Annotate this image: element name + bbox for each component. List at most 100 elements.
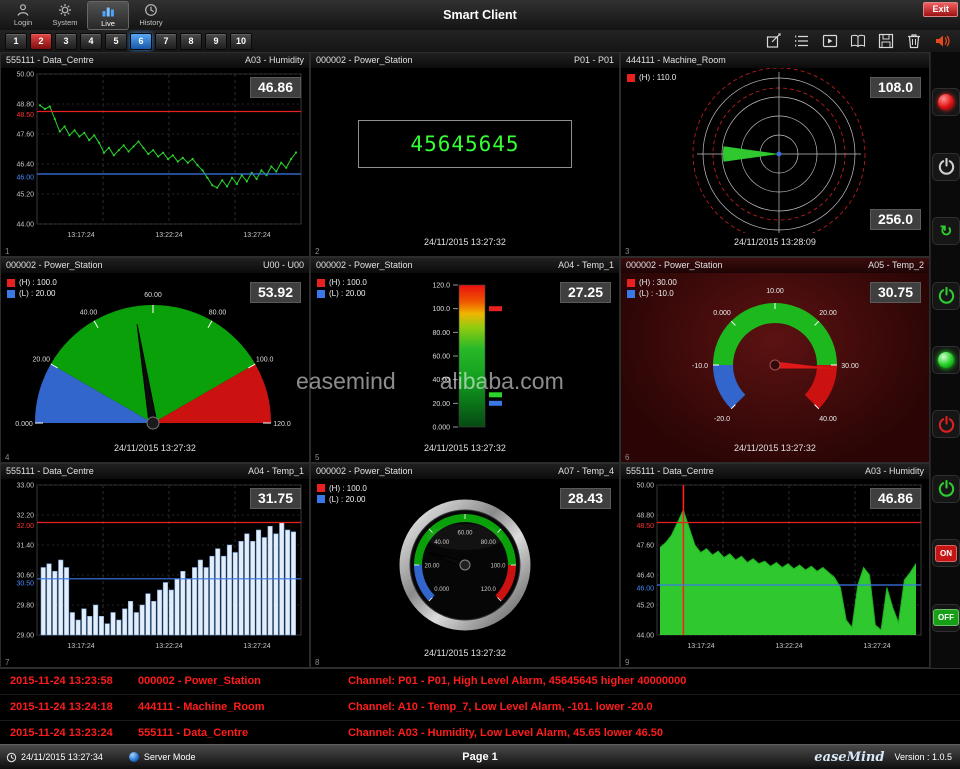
tab-7[interactable]: 7 bbox=[155, 33, 177, 50]
refresh-button[interactable]: ↻ bbox=[932, 217, 960, 245]
panel-body: 33.0032.2032.0031.4030.6030.5029.8029.00… bbox=[1, 479, 309, 667]
panel-number: 3 bbox=[625, 247, 629, 256]
legend-row: (H) : 110.0 bbox=[627, 73, 676, 82]
tab-10[interactable]: 10 bbox=[230, 33, 252, 50]
on-button[interactable]: ON bbox=[932, 539, 960, 567]
tab-bar: 12345678910 bbox=[0, 30, 960, 52]
svg-text:48.80: 48.80 bbox=[636, 512, 654, 519]
panel-channel: P01 - P01 bbox=[574, 53, 614, 68]
dashboard-grid: 555111 - Data_Centre A03 - Humidity 50.00… bbox=[0, 52, 930, 668]
tab-2[interactable]: 2 bbox=[30, 33, 52, 50]
panel-bar-trend: 555111 - Data_CentreA04 - Temp_1 33.0032… bbox=[0, 463, 310, 668]
tab-4[interactable]: 4 bbox=[80, 33, 102, 50]
power-icon bbox=[937, 157, 956, 176]
svg-text:32.00: 32.00 bbox=[16, 523, 34, 530]
svg-text:50.00: 50.00 bbox=[16, 72, 34, 79]
panel-number: 1 bbox=[5, 247, 9, 256]
panel-number: 7 bbox=[5, 658, 9, 667]
edit-icon bbox=[765, 32, 783, 50]
svg-text:13:22:24: 13:22:24 bbox=[155, 643, 182, 650]
alarm-light-button[interactable] bbox=[932, 88, 960, 116]
alarm-station: 555111 - Data_Centre bbox=[138, 721, 348, 746]
panel-station: 555111 - Data_Centre bbox=[626, 464, 714, 479]
legend-text: (L) : 20.00 bbox=[19, 289, 55, 298]
svg-text:80.00: 80.00 bbox=[209, 310, 227, 317]
svg-text:40.00: 40.00 bbox=[819, 416, 837, 423]
svg-text:-10.0: -10.0 bbox=[692, 363, 708, 370]
alarm-list: 2015-11-24 13:23:58000002 - Power_Statio… bbox=[0, 668, 960, 745]
power-green-button-2[interactable] bbox=[932, 475, 960, 503]
svg-text:45.20: 45.20 bbox=[16, 192, 34, 199]
svg-text:13:27:24: 13:27:24 bbox=[863, 643, 890, 650]
toolbar-list-button[interactable] bbox=[792, 32, 812, 50]
legend-swatch bbox=[317, 495, 325, 503]
toolbar-book-button[interactable] bbox=[848, 32, 868, 50]
svg-text:33.00: 33.00 bbox=[16, 482, 34, 489]
panel-timestamp: 24/11/2015 13:27:32 bbox=[621, 443, 929, 453]
svg-text:13:17:24: 13:17:24 bbox=[67, 643, 94, 650]
alarm-time: 2015-11-24 13:23:58 bbox=[0, 669, 138, 694]
toolbar-audio-button[interactable] bbox=[932, 32, 952, 50]
legend-swatch bbox=[7, 290, 15, 298]
tab-3[interactable]: 3 bbox=[55, 33, 77, 50]
audio-icon bbox=[933, 32, 951, 50]
version-label: Version : 1.0.5 bbox=[894, 752, 952, 762]
panel-channel: U00 - U00 bbox=[263, 258, 304, 273]
tab-9[interactable]: 9 bbox=[205, 33, 227, 50]
legend-row: (H) : 100.0 bbox=[317, 278, 367, 287]
panel-timestamp: 24/11/2015 13:27:32 bbox=[311, 237, 619, 247]
power-gray-button[interactable] bbox=[932, 153, 960, 181]
green-light-icon bbox=[938, 352, 954, 368]
status-light-button[interactable] bbox=[932, 346, 960, 374]
svg-text:20.00: 20.00 bbox=[424, 563, 440, 569]
svg-text:60.00: 60.00 bbox=[432, 354, 450, 361]
legend-row: (H) : 30.00 bbox=[627, 278, 677, 287]
svg-text:20.00: 20.00 bbox=[819, 310, 837, 317]
panel-station: 555111 - Data_Centre bbox=[6, 53, 94, 68]
svg-text:0.000: 0.000 bbox=[15, 421, 33, 428]
tab-5[interactable]: 5 bbox=[105, 33, 127, 50]
panel-gauge-dial: 000002 - Power_StationA07 - Temp_4 0.000… bbox=[310, 463, 620, 668]
toolbar-trash-button[interactable] bbox=[904, 32, 924, 50]
alarm-station: 000002 - Power_Station bbox=[138, 669, 348, 694]
value-badge: 30.75 bbox=[870, 282, 921, 303]
panel-channel: A04 - Temp_1 bbox=[558, 258, 614, 273]
svg-text:60.00: 60.00 bbox=[144, 292, 162, 299]
alarm-row[interactable]: 2015-11-24 13:24:18444111 - Machine_Room… bbox=[0, 695, 960, 721]
panel-body: 4564564524/11/2015 13:27:322 bbox=[311, 68, 619, 256]
legend-swatch bbox=[7, 279, 15, 287]
panel-channel: A03 - Humidity bbox=[865, 464, 924, 479]
svg-text:30.60: 30.60 bbox=[16, 572, 34, 579]
panel-body: 0.00020.0040.0060.0080.00100.0120.0(H) :… bbox=[311, 479, 619, 667]
legend: (H) : 30.00(L) : -10.0 bbox=[627, 278, 677, 300]
panel-station: 555111 - Data_Centre bbox=[6, 464, 94, 479]
legend-swatch bbox=[627, 279, 635, 287]
power-green-button-1[interactable] bbox=[932, 282, 960, 310]
tab-6[interactable]: 6 bbox=[130, 33, 152, 50]
panel-body: 50.0048.8048.5047.6046.4046.0045.2044.00… bbox=[1, 68, 309, 256]
toolbar-play-button[interactable] bbox=[820, 32, 840, 50]
toolbar-save-button[interactable] bbox=[876, 32, 896, 50]
svg-text:45.20: 45.20 bbox=[636, 602, 654, 609]
svg-text:46.00: 46.00 bbox=[636, 585, 654, 592]
power-red-button[interactable] bbox=[932, 410, 960, 438]
panel-body: -20.0-10.00.00010.0020.0030.0040.00(H) :… bbox=[621, 273, 929, 461]
alarm-row[interactable]: 2015-11-24 13:23:58000002 - Power_Statio… bbox=[0, 669, 960, 695]
panel-channel: A04 - Temp_1 bbox=[248, 464, 304, 479]
exit-button[interactable]: Exit bbox=[923, 2, 958, 17]
svg-text:100.0: 100.0 bbox=[432, 307, 450, 314]
svg-text:30.00: 30.00 bbox=[841, 363, 859, 370]
panel-gauge-arc-alarm: 000002 - Power_StationA05 - Temp_2 -20.0… bbox=[620, 257, 930, 462]
svg-text:13:22:24: 13:22:24 bbox=[155, 232, 182, 239]
svg-text:13:22:24: 13:22:24 bbox=[775, 643, 802, 650]
tab-1[interactable]: 1 bbox=[5, 33, 27, 50]
panel-station: 444111 - Machine_Room bbox=[626, 53, 726, 68]
alarm-message: Channel: A03 - Humidity, Low Level Alarm… bbox=[348, 721, 960, 746]
off-button[interactable]: OFF bbox=[932, 604, 960, 632]
tab-8[interactable]: 8 bbox=[180, 33, 202, 50]
trash-icon bbox=[905, 32, 923, 50]
power-icon bbox=[937, 415, 956, 434]
save-icon bbox=[877, 32, 895, 50]
alarm-time: 2015-11-24 13:24:18 bbox=[0, 695, 138, 720]
toolbar-edit-button[interactable] bbox=[764, 32, 784, 50]
